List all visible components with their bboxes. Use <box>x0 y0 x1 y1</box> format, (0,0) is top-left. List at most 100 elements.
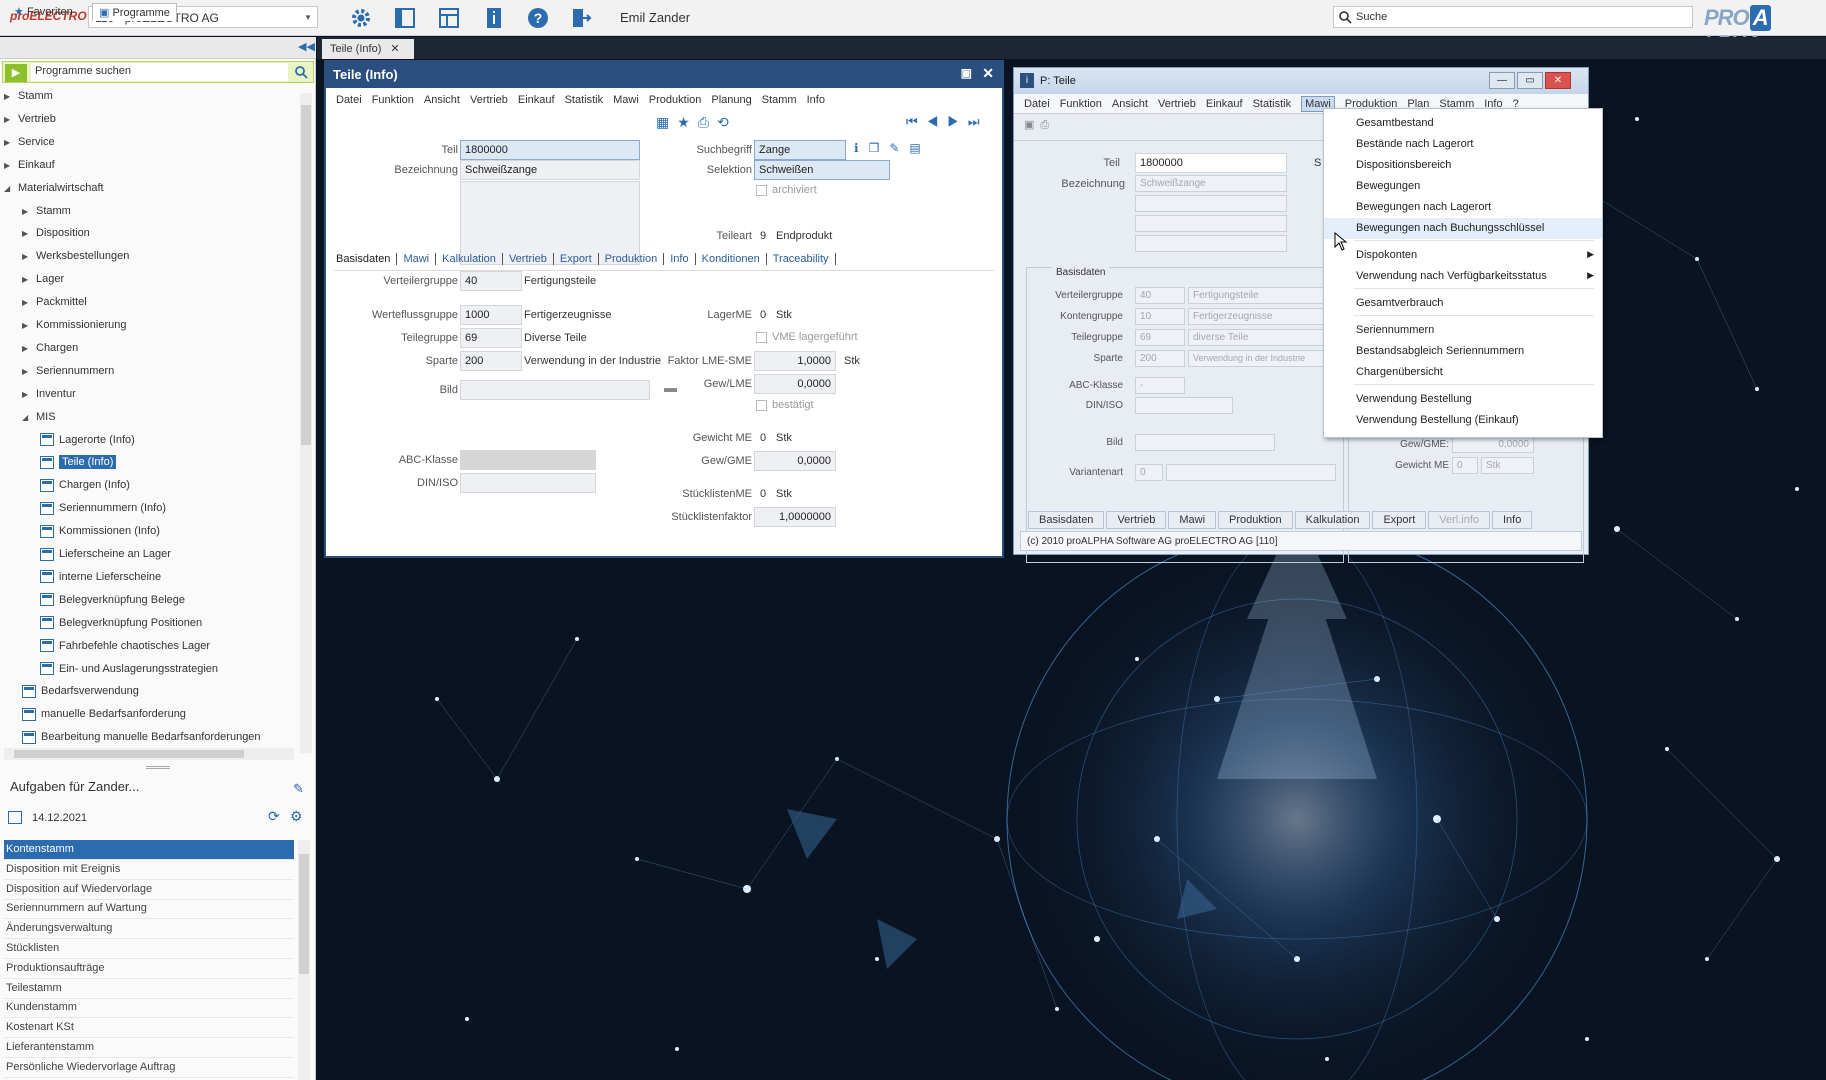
bottom-tab[interactable]: Produktion <box>1218 511 1293 529</box>
bestaetigt-checkbox[interactable] <box>756 400 767 411</box>
close-icon[interactable]: ✕ <box>390 43 399 55</box>
bottom-tab[interactable]: Vertrieb <box>1106 511 1167 529</box>
tree-item[interactable]: ▶ Packmittel <box>22 292 87 312</box>
document-icon[interactable]: ▤ <box>909 141 930 155</box>
detail-tab[interactable]: Vertrieb <box>502 253 554 265</box>
tree-item[interactable]: ▶ Einkauf <box>4 155 55 175</box>
abc-klasse-select[interactable]: - <box>1135 377 1185 394</box>
expanded-arrow-icon[interactable]: ◢ <box>4 179 18 199</box>
gew-lme-field[interactable]: 0,0000 <box>754 374 836 394</box>
tree-item[interactable]: ▶ Inventur <box>22 384 76 404</box>
print-icon[interactable]: ⎙ <box>1040 119 1055 131</box>
detail-tab[interactable]: Produktion <box>598 253 665 265</box>
info-icon[interactable]: ℹ <box>854 141 869 155</box>
global-search-input[interactable]: Suche <box>1333 6 1693 28</box>
tree-item[interactable]: Seriennummern (Info) <box>40 498 166 518</box>
menu-item[interactable]: Einkauf <box>1206 98 1243 110</box>
teil-field[interactable]: 1800000 <box>1135 153 1287 173</box>
copy-icon[interactable]: ❐ <box>869 141 890 155</box>
din-iso-field[interactable] <box>1135 397 1233 414</box>
dropdown-menu-item[interactable]: Bewegungen nach Lagerort <box>1324 197 1602 218</box>
bottom-tab[interactable]: Info <box>1492 511 1533 529</box>
task-item[interactable]: Änderungsverwaltung <box>4 919 294 940</box>
task-item[interactable]: Persönliche Wiedervorlage Auftrag <box>4 1058 294 1078</box>
last-record-icon[interactable]: ⏭ <box>968 114 989 129</box>
task-item[interactable]: Kontenstamm <box>4 840 294 860</box>
menu-item[interactable]: Vertrieb <box>470 94 508 106</box>
bezeichnung-field[interactable]: Schweißzange <box>460 160 640 180</box>
menu-item[interactable]: Vertrieb <box>1158 98 1196 110</box>
dropdown-menu-item[interactable]: Verwendung Bestellung <box>1324 389 1602 410</box>
bottom-tab[interactable]: Mawi <box>1168 511 1217 529</box>
task-item[interactable]: Disposition auf Wiedervorlage <box>4 880 294 900</box>
close-icon[interactable]: ✕ <box>982 65 994 82</box>
tree-item[interactable]: ▶ Disposition <box>22 223 90 243</box>
task-item[interactable]: Teilestamm <box>4 979 294 999</box>
tree-item[interactable]: ▶ Stamm <box>22 201 71 221</box>
collapsed-arrow-icon[interactable]: ▶ <box>22 270 36 290</box>
archiviert-checkbox[interactable] <box>756 185 767 196</box>
menu-item[interactable]: Ansicht <box>424 94 460 106</box>
dropdown-menu-item[interactable]: Dispokonten ▶ <box>1324 245 1602 266</box>
dropdown-menu-item[interactable]: Chargenübersicht <box>1324 362 1602 383</box>
splitter-handle[interactable] <box>146 766 170 769</box>
prev-record-icon[interactable]: ◀ <box>927 114 948 129</box>
close-button[interactable]: ✕ <box>1545 72 1571 89</box>
teil-field[interactable]: 1800000 <box>460 140 640 160</box>
din-iso-field[interactable] <box>460 473 596 493</box>
collapsed-arrow-icon[interactable]: ▶ <box>4 110 18 130</box>
tree-item[interactable]: ▶ Chargen <box>22 338 78 358</box>
run-icon[interactable]: ▶ <box>5 64 27 82</box>
task-item[interactable]: Disposition mit Ereignis <box>4 860 294 880</box>
detail-tab[interactable]: Traceability <box>766 253 836 265</box>
menu-item[interactable]: Stamm <box>762 94 797 106</box>
menu-item[interactable]: Produktion <box>649 94 702 106</box>
refresh-icon[interactable]: ⟲ <box>717 114 737 130</box>
sparte-field[interactable]: 200 <box>460 351 522 371</box>
collapsed-arrow-icon[interactable]: ▶ <box>4 133 18 153</box>
info-icon[interactable] <box>481 6 507 30</box>
tree-item[interactable]: Ein- und Auslagerungsstrategien <box>40 659 218 679</box>
maximize-button[interactable]: ▭ <box>1517 72 1543 89</box>
detail-tab[interactable]: Info <box>664 253 696 265</box>
search-icon[interactable] <box>294 65 308 79</box>
menu-item[interactable]: Planung <box>711 94 751 106</box>
collapsed-arrow-icon[interactable]: ▶ <box>22 362 36 382</box>
abc-klasse-select[interactable] <box>460 450 596 470</box>
tree-item[interactable]: Fahrbefehle chaotisches Lager <box>40 636 210 656</box>
detail-tab[interactable]: Export <box>553 253 599 265</box>
dropdown-menu-item[interactable]: Bewegungen nach Buchungsschlüssel <box>1324 218 1602 239</box>
tree-item[interactable]: Bearbeitung manuelle Bedarfsanforderunge… <box>22 727 261 747</box>
vme-lagergefuehrt-checkbox[interactable] <box>756 332 767 343</box>
tree-item[interactable]: ◢ MIS <box>22 407 56 427</box>
tree-item[interactable]: ▶ Werksbestellungen <box>22 246 129 266</box>
tree-item[interactable]: ▶ Lager <box>22 269 64 289</box>
menu-item[interactable]: Datei <box>1024 98 1050 110</box>
werteflussgruppe-field[interactable]: 1000 <box>460 305 522 325</box>
dropdown-menu-item[interactable]: Dispositionsbereich <box>1324 155 1602 176</box>
collapsed-arrow-icon[interactable]: ▶ <box>22 339 36 359</box>
tree-item[interactable]: ▶ Stamm <box>4 86 53 106</box>
detail-tab[interactable]: Basisdaten <box>330 253 398 265</box>
tree-item[interactable]: interne Lieferscheine <box>40 567 161 587</box>
collapsed-arrow-icon[interactable]: ▶ <box>22 293 36 313</box>
detail-tab[interactable]: Konditionen <box>695 253 767 265</box>
dropdown-menu-item[interactable]: Verwendung nach Verfügbarkeitsstatus ▶ <box>1324 266 1602 287</box>
tab-teile-info[interactable]: Teile (Info) ✕ <box>322 39 414 59</box>
teilegruppe-field[interactable]: 69 <box>460 328 522 348</box>
calendar-icon[interactable]: ▦ <box>656 114 677 130</box>
tree-item[interactable]: ▶ Vertrieb <box>4 109 56 129</box>
tree-item[interactable]: ◢ Materialwirtschaft <box>4 178 104 198</box>
collapsed-arrow-icon[interactable]: ▶ <box>22 385 36 405</box>
tree-hscrollbar[interactable] <box>4 748 294 760</box>
save-icon[interactable]: ▣ <box>1024 119 1040 131</box>
tree-item[interactable]: ▶ Kommissionierung <box>22 315 126 335</box>
dropdown-menu-item[interactable]: Bewegungen <box>1324 176 1602 197</box>
dropdown-menu-item[interactable]: Bestände nach Lagerort <box>1324 134 1602 155</box>
menu-item[interactable]: Ansicht <box>1112 98 1148 110</box>
detail-tab[interactable]: Kalkulation <box>436 253 503 265</box>
dropdown-menu-item[interactable]: Verwendung Bestellung (Einkauf) <box>1324 410 1602 431</box>
menu-item[interactable]: Statistik <box>1253 98 1292 110</box>
pin-icon[interactable]: ✎ <box>293 781 304 797</box>
refresh-icon[interactable]: ⟳ <box>268 808 280 825</box>
